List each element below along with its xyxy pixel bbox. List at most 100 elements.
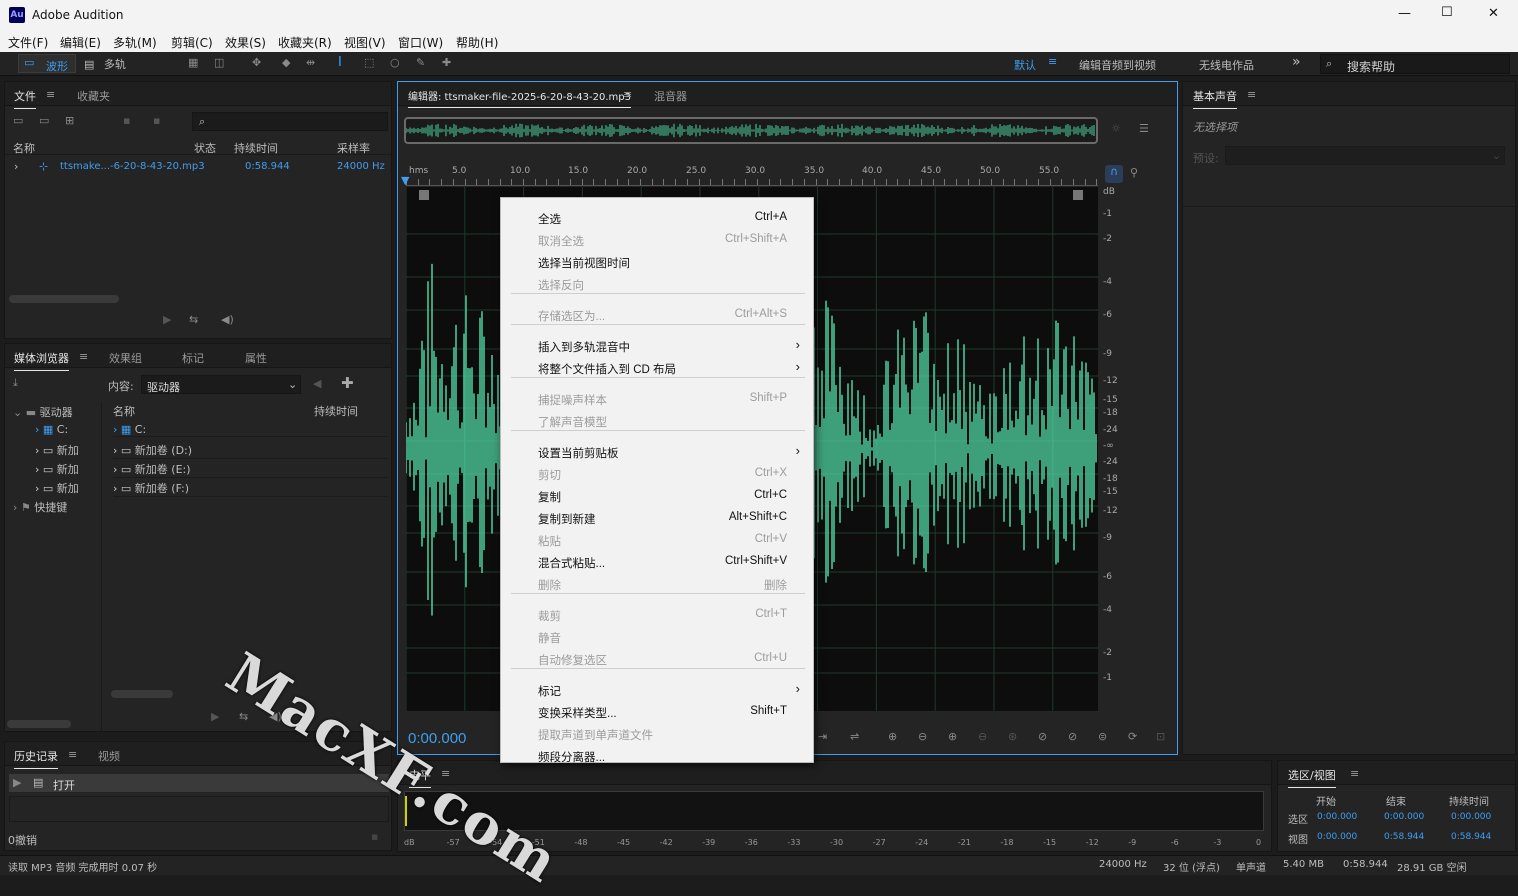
lasso-tool-icon[interactable]: ○ xyxy=(390,56,400,69)
tab-menu-icon[interactable]: ≡ xyxy=(1247,88,1256,101)
time-selection-tool-icon[interactable]: I xyxy=(338,55,342,70)
spectral-display-icon[interactable]: ▦ xyxy=(188,56,198,69)
list-view-icon[interactable]: ☰ xyxy=(1139,122,1149,135)
menu-effects[interactable]: 效果(S) xyxy=(225,34,266,51)
zoom-reset-icon[interactable]: ⟳ xyxy=(1128,730,1137,743)
menu-edit[interactable]: 编辑(E) xyxy=(60,34,101,51)
sel-end[interactable]: 0:00.000 xyxy=(1384,812,1424,822)
list-item[interactable]: › ▭ 新加卷 (F:) xyxy=(113,480,388,497)
menu-item[interactable]: 全选 Ctrl+A xyxy=(501,208,813,228)
menu-item[interactable]: 选择反向 xyxy=(501,274,813,294)
fade-in-handle[interactable] xyxy=(419,190,429,200)
play-icon[interactable]: ▶ xyxy=(211,710,219,723)
fade-out-handle[interactable] xyxy=(1073,190,1083,200)
slip-tool-icon[interactable]: ⇹ xyxy=(306,56,315,69)
view-start[interactable]: 0:00.000 xyxy=(1317,832,1357,842)
waveform-view-button[interactable]: ▭ 波形 xyxy=(18,54,76,73)
menu-window[interactable]: 窗口(W) xyxy=(398,34,443,51)
healing-tool-icon[interactable]: ✚ xyxy=(442,56,451,69)
tree-item-shortcuts[interactable]: › ⚑ 快捷键 xyxy=(13,499,103,515)
zoom-in-point-icon[interactable]: ⊘ xyxy=(1038,730,1047,743)
back-arrow-icon[interactable]: ◀ xyxy=(313,377,321,390)
list-item[interactable]: › ▭ 新加卷 (D:) xyxy=(113,442,388,459)
menu-item[interactable]: 变换采样类型... Shift+T xyxy=(501,702,813,722)
menu-item[interactable]: 复制 Ctrl+C xyxy=(501,486,813,506)
zoom-amplitude-in-icon[interactable]: ⊕ xyxy=(888,730,897,743)
skip-icon[interactable]: ⇌ xyxy=(850,730,859,743)
menu-item[interactable]: 选择当前视图时间 xyxy=(501,252,813,272)
tab-properties[interactable]: 属性 xyxy=(245,350,267,366)
time-ruler[interactable]: hms 5.0 10.0 15.0 20.0 25.0 30.0 35.0 40.0 45.0 50… xyxy=(406,164,1098,186)
expand-chevron-icon[interactable]: › xyxy=(14,160,18,173)
tree-item-f[interactable]: › ▭ 新加 xyxy=(35,480,105,496)
menu-item[interactable]: 混合式粘贴... Ctrl+Shift+V xyxy=(501,552,813,572)
more-workspaces-icon[interactable]: » xyxy=(1292,54,1301,70)
zoom-selection-icon[interactable]: ⊛ xyxy=(1008,730,1017,743)
col-status[interactable]: 状态 xyxy=(194,140,216,156)
menu-favorites[interactable]: 收藏夹(R) xyxy=(278,34,332,51)
volume-icon[interactable]: ◀) xyxy=(269,710,282,723)
overview-bar[interactable] xyxy=(404,117,1098,144)
view-duration[interactable]: 0:58.944 xyxy=(1451,832,1491,842)
tab-selection-view[interactable]: 选区/视图 xyxy=(1288,767,1336,788)
tree-item-d[interactable]: › ▭ 新加 xyxy=(35,442,105,458)
pitch-display-icon[interactable]: ◫ xyxy=(214,56,224,69)
tab-markers[interactable]: 标记 xyxy=(182,350,204,366)
menu-item[interactable]: 插入到多轨混音中 › xyxy=(501,336,813,356)
col-name[interactable]: 名称 xyxy=(113,403,135,419)
menu-file[interactable]: 文件(F) xyxy=(8,34,48,51)
menu-item[interactable]: 频段分离器... xyxy=(501,746,813,766)
tab-menu-icon[interactable]: ≡ xyxy=(1350,767,1359,780)
list-item[interactable]: › ▦ C: xyxy=(113,423,388,437)
zoom-full-icon[interactable]: ⊜ xyxy=(1098,730,1107,743)
menu-item[interactable]: 复制到新建 Alt+Shift+C xyxy=(501,508,813,528)
tab-mixer[interactable]: 混音器 xyxy=(654,88,687,104)
menu-item[interactable]: 取消全选 Ctrl+Shift+A xyxy=(501,230,813,250)
file-row[interactable]: › ⊹ ttsmake...-6-20-8-43-20.mp3 0:58.944… xyxy=(5,158,391,175)
help-search-box[interactable]: ⌕ 搜索帮助 xyxy=(1320,54,1510,74)
view-end[interactable]: 0:58.944 xyxy=(1384,832,1424,842)
list-scrollbar[interactable] xyxy=(111,690,173,698)
trash-icon[interactable]: ▪ xyxy=(371,830,378,843)
pin-icon[interactable]: ⚲ xyxy=(1130,166,1138,179)
col-name[interactable]: 名称 xyxy=(13,140,35,156)
menu-item[interactable]: 裁剪 Ctrl+T xyxy=(501,605,813,625)
playhead-marker-icon[interactable]: ▼ xyxy=(401,174,409,187)
maximize-button[interactable]: ☐ xyxy=(1441,5,1453,20)
tree-item-drives[interactable]: ⌄ ▬ 驱动器 xyxy=(13,404,103,420)
list-item[interactable]: › ▭ 新加卷 (E:) xyxy=(113,461,388,478)
menu-item[interactable]: 捕捉噪声样本 Shift+P xyxy=(501,389,813,409)
menu-item[interactable]: 静音 xyxy=(501,627,813,647)
tab-media-browser[interactable]: 媒体浏览器 xyxy=(14,350,69,371)
play-icon[interactable]: ▶ xyxy=(163,313,171,326)
tab-favorites[interactable]: 收藏夹 xyxy=(77,88,110,104)
tab-menu-icon[interactable]: ≡ xyxy=(623,88,632,101)
tree-item-c[interactable]: › ▦ C: xyxy=(35,423,105,436)
minimize-button[interactable]: — xyxy=(1398,6,1411,21)
transport-loop-icon[interactable]: ⇥ xyxy=(818,730,827,743)
add-shortcut-icon[interactable]: ✚ xyxy=(341,374,354,392)
tab-menu-icon[interactable]: ≡ xyxy=(68,748,77,761)
menu-item[interactable]: 存储选区为... Ctrl+Alt+S xyxy=(501,305,813,325)
preset-dropdown[interactable]: ⌄ xyxy=(1225,146,1505,165)
insert-icon[interactable]: ▪ xyxy=(123,114,130,127)
trash-icon[interactable]: ▪ xyxy=(153,114,160,127)
sel-start[interactable]: 0:00.000 xyxy=(1317,812,1357,822)
tab-files[interactable]: 文件 xyxy=(14,88,36,109)
menu-clip[interactable]: 剪辑(C) xyxy=(171,34,213,51)
headphones-icon[interactable]: ∩ xyxy=(1105,165,1123,183)
col-duration[interactable]: 持续时间 xyxy=(314,403,358,419)
import-file-icon[interactable]: ▭ xyxy=(39,114,49,127)
menu-item[interactable]: 自动修复选区 Ctrl+U xyxy=(501,649,813,669)
menu-item[interactable]: 粘贴 Ctrl+V xyxy=(501,530,813,550)
tab-editor[interactable]: 编辑器: ttsmaker-file-2025-6-20-8-43-20.mp3 xyxy=(408,88,631,108)
workspace-edit-video[interactable]: 编辑音频到视频 xyxy=(1079,57,1156,73)
brush-tool-icon[interactable]: ✎ xyxy=(416,56,425,69)
tab-menu-icon[interactable]: ≡ xyxy=(441,767,450,780)
tab-history[interactable]: 历史记录 xyxy=(14,748,58,769)
tab-menu-icon[interactable]: ≡ xyxy=(46,88,55,101)
tab-effects-group[interactable]: 效果组 xyxy=(109,350,142,366)
zoom-in-icon[interactable]: ⊕ xyxy=(948,730,957,743)
workspace-menu-icon[interactable]: ≡ xyxy=(1048,55,1057,68)
menu-multitrack[interactable]: 多轨(M) xyxy=(113,34,157,51)
